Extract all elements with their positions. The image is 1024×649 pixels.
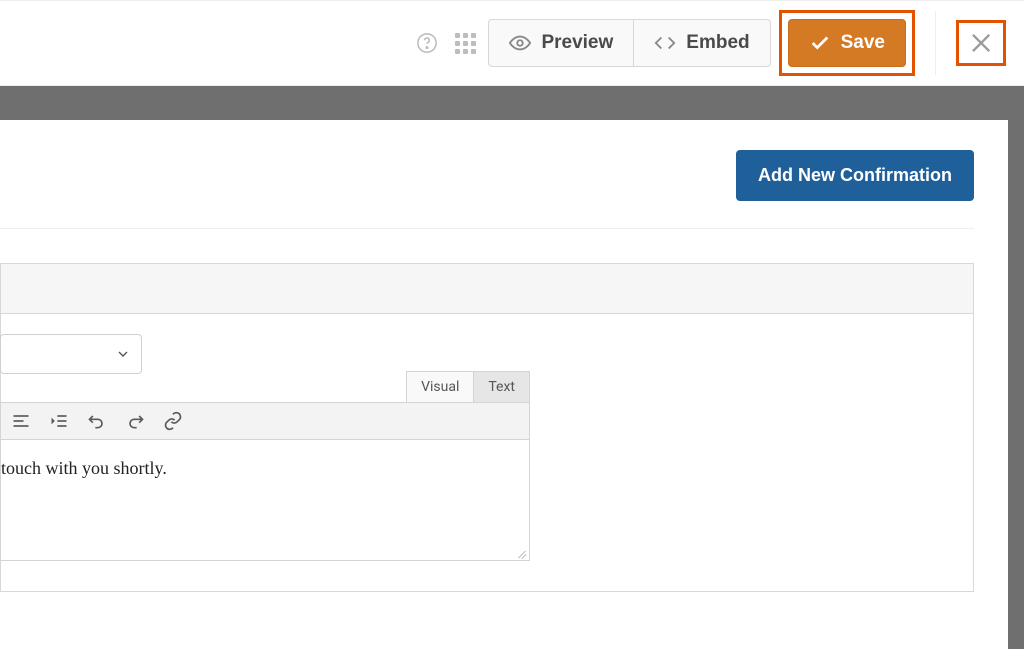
add-confirmation-label: Add New Confirmation xyxy=(758,165,952,185)
eye-icon xyxy=(509,32,531,54)
preview-embed-group: Preview Embed xyxy=(488,19,770,67)
editor-tab-text-label: Text xyxy=(488,379,515,395)
section-divider xyxy=(0,228,974,229)
confirmation-card: Visual Text touch with you shortly. xyxy=(0,263,974,592)
code-icon xyxy=(654,32,676,54)
resize-handle-icon[interactable] xyxy=(513,544,527,558)
indent-icon[interactable] xyxy=(49,411,69,431)
editor-tab-visual-label: Visual xyxy=(421,379,459,395)
toolbar-divider xyxy=(935,11,936,75)
editor-tab-text[interactable]: Text xyxy=(474,371,530,402)
undo-icon[interactable] xyxy=(87,411,107,431)
apps-grid-icon[interactable] xyxy=(450,28,480,58)
gray-band xyxy=(0,86,1024,120)
rich-text-editor: Visual Text touch with you shortly. xyxy=(0,402,530,561)
confirmation-type-select[interactable] xyxy=(0,334,142,374)
save-button[interactable]: Save xyxy=(788,19,906,67)
right-gray-gutter xyxy=(1008,120,1024,649)
link-icon[interactable] xyxy=(163,411,183,431)
help-icon[interactable] xyxy=(412,28,442,58)
editor-text: touch with you shortly. xyxy=(1,458,167,478)
close-highlight xyxy=(956,20,1006,66)
card-header xyxy=(1,264,973,314)
top-toolbar: Preview Embed Save xyxy=(0,0,1024,86)
editor-tab-visual[interactable]: Visual xyxy=(406,371,474,402)
align-left-icon[interactable] xyxy=(11,411,31,431)
embed-label: Embed xyxy=(686,32,749,54)
editor-tabs: Visual Text xyxy=(406,371,530,402)
save-highlight: Save xyxy=(779,10,915,76)
editor-content[interactable]: touch with you shortly. xyxy=(1,440,529,560)
add-new-confirmation-button[interactable]: Add New Confirmation xyxy=(736,150,974,201)
preview-label: Preview xyxy=(541,32,613,54)
embed-button[interactable]: Embed xyxy=(634,19,770,67)
save-label: Save xyxy=(841,32,885,54)
check-icon xyxy=(809,32,831,54)
close-icon[interactable] xyxy=(967,29,995,57)
chevron-down-icon xyxy=(115,346,131,362)
editor-toolbar xyxy=(1,403,529,440)
content-area: Add New Confirmation Visual Text xyxy=(0,120,1024,649)
card-body: Visual Text touch with you shortly. xyxy=(1,314,973,591)
preview-button[interactable]: Preview xyxy=(488,19,634,67)
redo-icon[interactable] xyxy=(125,411,145,431)
main-panel: Add New Confirmation Visual Text xyxy=(0,120,1008,649)
